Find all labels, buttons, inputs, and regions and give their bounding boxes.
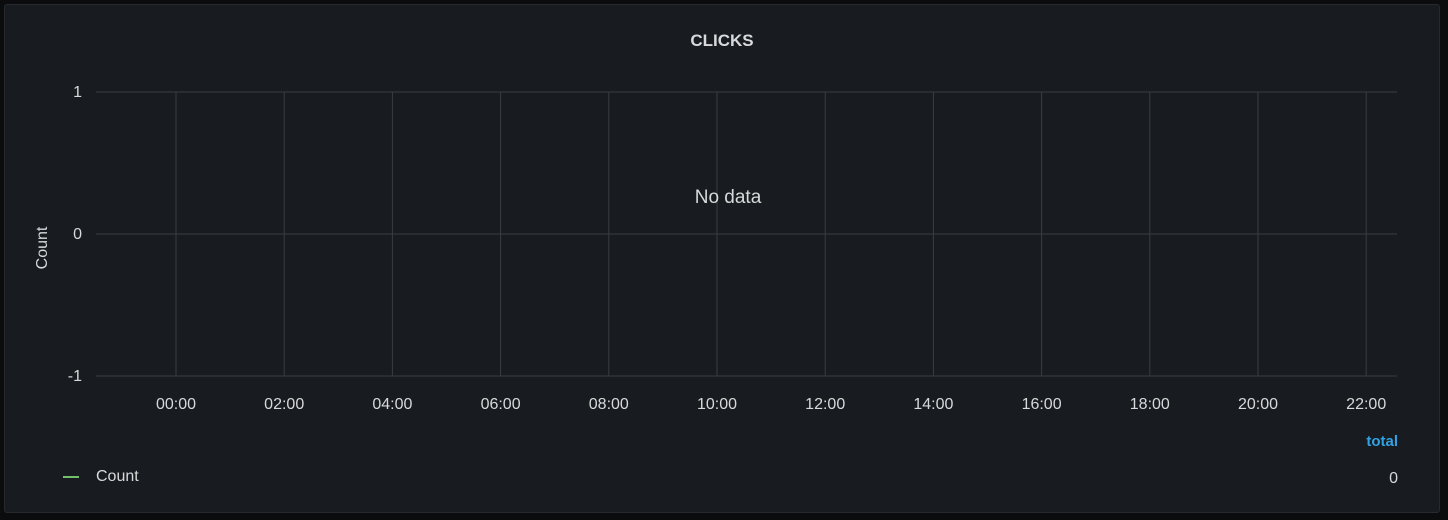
no-data-message: No data [695, 187, 762, 208]
legend-item-label: Count [96, 468, 139, 485]
y-axis-label: Count [34, 226, 51, 269]
x-tick-label: 16:00 [1022, 396, 1062, 413]
legend-total-value: 0 [1389, 470, 1398, 487]
x-tick-label: 20:00 [1238, 396, 1278, 413]
x-tick-label: 08:00 [589, 396, 629, 413]
grid-lines [96, 91, 1397, 377]
x-tick-label: 02:00 [264, 396, 304, 413]
chart-plot-area: 1 0 -1 00:00 02:00 04:00 06:00 08:00 10:00 12:00… [34, 84, 1397, 413]
x-tick-label: 06:00 [481, 396, 521, 413]
y-axis-ticks: 1 0 -1 [68, 84, 82, 385]
x-axis-ticks: 00:00 02:00 04:00 06:00 08:00 10:00 12:00 14:00… [156, 396, 1386, 413]
x-tick-label: 00:00 [156, 396, 196, 413]
x-tick-label: 10:00 [697, 396, 737, 413]
legend-total-header[interactable]: total [1366, 433, 1398, 450]
y-tick-label: -1 [68, 368, 82, 385]
legend-series-swatch [63, 476, 79, 478]
x-tick-label: 18:00 [1130, 396, 1170, 413]
y-tick-label: 0 [73, 226, 82, 243]
x-tick-label: 22:00 [1346, 396, 1386, 413]
legend-item-count[interactable]: Count [63, 468, 139, 486]
graph-panel: CLICKS 1 0 -1 00:00 02:00 04:00 06:00 08:00 10:… [4, 4, 1440, 513]
y-tick-label: 1 [73, 84, 82, 101]
x-tick-label: 12:00 [805, 396, 845, 413]
x-tick-label: 14:00 [913, 396, 953, 413]
x-tick-label: 04:00 [372, 396, 412, 413]
